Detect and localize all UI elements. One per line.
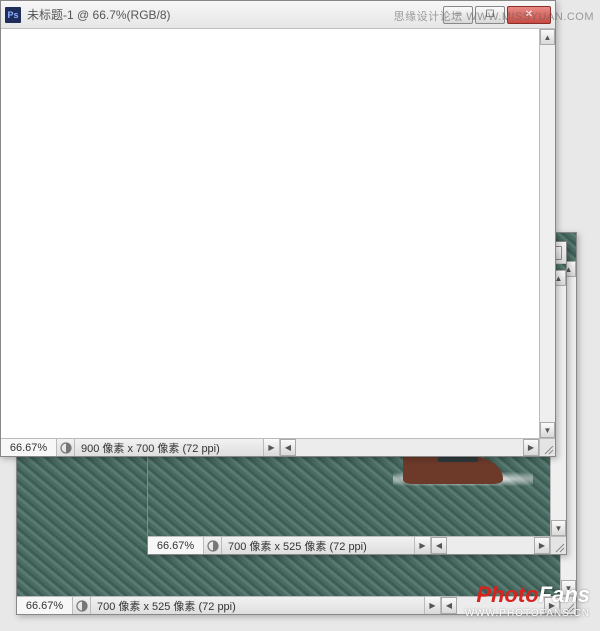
logo-url: WWW.PHOTOFANS.CN — [465, 608, 590, 619]
scroll-down-icon[interactable]: ▼ — [551, 520, 566, 536]
scroll-left-icon[interactable]: ◀ — [280, 439, 296, 456]
status-bar: 66.67% 700 像素 x 525 像素 (72 ppi) ▶ ◀ ▶ — [148, 536, 566, 554]
scroll-right-icon[interactable]: ▶ — [534, 537, 550, 554]
watermark-text-top: 思缘设计论坛 WWW.MISSYUAN.COM — [394, 8, 594, 24]
doc-profile-icon[interactable] — [204, 537, 222, 554]
horizontal-scrollbar[interactable]: ◀ ▶ — [430, 537, 550, 554]
resize-grip-icon[interactable] — [539, 439, 555, 456]
watermark-logo-bottom: PhotoFans WWW.PHOTOFANS.CN — [465, 582, 590, 619]
horizontal-scrollbar[interactable]: ◀ ▶ — [279, 439, 539, 456]
zoom-readout[interactable]: 66.67% — [1, 439, 57, 456]
scroll-down-icon[interactable]: ▼ — [540, 422, 555, 438]
doc-profile-icon[interactable] — [73, 597, 91, 614]
zoom-readout[interactable]: 66.67% — [148, 537, 204, 554]
vertical-scrollbar[interactable]: ▲ ▼ — [539, 29, 555, 438]
scroll-track[interactable] — [447, 537, 534, 554]
zoom-readout[interactable]: 66.67% — [17, 597, 73, 614]
doc-dimensions-readout: 700 像素 x 525 像素 (72 ppi) — [222, 537, 414, 554]
scroll-left-icon[interactable]: ◀ — [441, 597, 457, 614]
status-menu-arrow-icon[interactable]: ▶ — [414, 537, 430, 554]
status-menu-arrow-icon[interactable]: ▶ — [263, 439, 279, 456]
doc-dimensions-readout: 700 像素 x 525 像素 (72 ppi) — [91, 597, 424, 614]
app-icon: Ps — [5, 7, 21, 23]
scroll-left-icon[interactable]: ◀ — [431, 537, 447, 554]
doc-dimensions-readout: 900 像素 x 700 像素 (72 ppi) — [75, 439, 263, 456]
scroll-up-icon[interactable]: ▲ — [540, 29, 555, 45]
status-menu-arrow-icon[interactable]: ▶ — [424, 597, 440, 614]
doc-profile-icon[interactable] — [57, 439, 75, 456]
window-title: 未标题-1 @ 66.7%(RGB/8) — [27, 6, 435, 23]
resize-grip-icon[interactable] — [550, 537, 566, 554]
logo-white-part: Fans — [539, 582, 590, 607]
status-bar: 66.67% 900 像素 x 700 像素 (72 ppi) ▶ ◀ ▶ — [1, 438, 555, 456]
scroll-right-icon[interactable]: ▶ — [523, 439, 539, 456]
scroll-track[interactable] — [296, 439, 523, 456]
logo-red-part: Photo — [476, 582, 538, 607]
document-window-front: Ps 未标题-1 @ 66.7%(RGB/8) ─ ☐ ✕ ▲ ▼ 66.67%… — [0, 0, 556, 457]
canvas-blank[interactable] — [1, 29, 555, 438]
